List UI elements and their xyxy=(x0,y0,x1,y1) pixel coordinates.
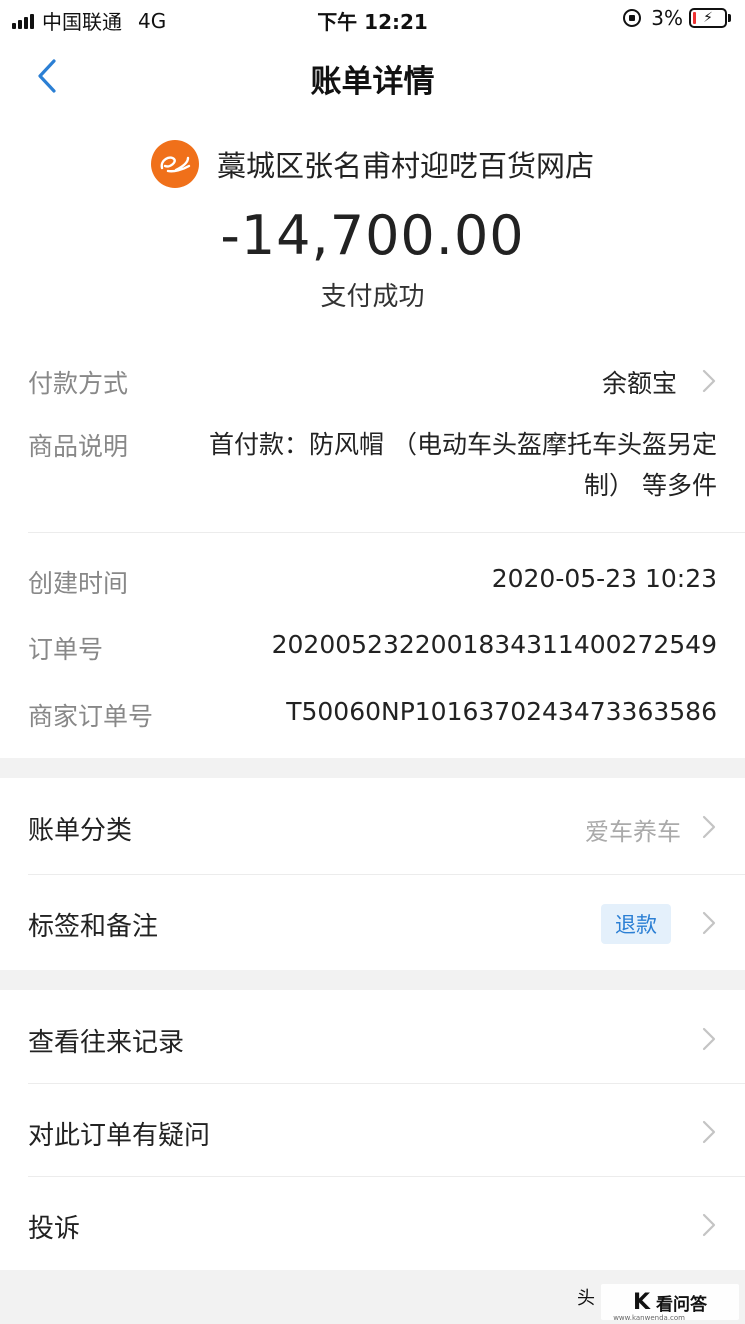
bill-category-label: 账单分类 xyxy=(28,816,133,846)
merchant-order-no-row: 商家订单号 T50060NP1016370243473363586 xyxy=(28,697,717,731)
top-panel: 中国联通 4G 下午 12:21 3% ⚡ 账单详情 藁城区张名甫村迎呓百货网店… xyxy=(0,0,745,758)
actions-section: 查看往来记录 对此订单有疑问 投诉 xyxy=(0,990,745,1270)
payment-method-row[interactable]: 付款方式 余额宝 xyxy=(28,364,717,398)
merchant-order-no-value[interactable]: T50060NP1016370243473363586 xyxy=(286,697,717,726)
tags-notes-row[interactable]: 标签和备注 退款 xyxy=(0,874,745,970)
status-bar: 中国联通 4G 下午 12:21 3% ⚡ xyxy=(0,0,745,38)
orientation-lock-icon xyxy=(623,9,642,27)
payment-amount: -14,700.00 xyxy=(220,204,525,267)
product-desc-label: 商品说明 xyxy=(28,432,129,461)
watermark-logo-icon: K xyxy=(632,1289,651,1315)
page-title: 账单详情 xyxy=(310,64,435,100)
watermark-site: www.kanwenda.com xyxy=(613,1314,685,1322)
bill-category-value: 爱车养车 xyxy=(585,818,681,846)
complaint-row[interactable]: 投诉 xyxy=(0,1176,745,1270)
merchant-order-no-label: 商家订单号 xyxy=(28,702,154,731)
order-question-label: 对此订单有疑问 xyxy=(28,1121,211,1151)
watermark-brand: 看问答 xyxy=(656,1294,708,1315)
tags-notes-label: 标签和备注 xyxy=(28,912,159,942)
created-time-label: 创建时间 xyxy=(28,569,129,598)
order-no-row: 订单号 2020052322001834311400272549 xyxy=(28,630,717,664)
chevron-right-icon xyxy=(702,1213,716,1237)
status-right: 3% ⚡ xyxy=(623,6,731,30)
classification-section: 账单分类 爱车养车 标签和备注 退款 xyxy=(0,778,745,970)
alibaba-logo-icon xyxy=(150,140,199,188)
product-desc-line2: 制） 等多件 xyxy=(584,471,717,500)
bill-category-row[interactable]: 账单分类 爱车养车 xyxy=(0,778,745,874)
view-history-label: 查看往来记录 xyxy=(28,1028,185,1058)
order-no-value[interactable]: 2020052322001834311400272549 xyxy=(272,630,717,659)
chevron-right-icon xyxy=(702,1120,716,1144)
merchant-header: 藁城区张名甫村迎呓百货网店 xyxy=(0,140,745,188)
battery-percent: 3% xyxy=(651,6,683,30)
chevron-right-icon xyxy=(702,815,716,839)
refund-tag-badge[interactable]: 退款 xyxy=(601,904,671,944)
product-desc-value: 首付款：防风帽 （电动车头盔摩托车头盔另定 制） 等多件 xyxy=(162,424,717,506)
battery-charging-icon: ⚡ xyxy=(689,8,727,28)
watermark-partial-text: 头 xyxy=(577,1288,595,1309)
divider xyxy=(28,532,745,533)
payment-method-label: 付款方式 xyxy=(28,369,129,398)
nav-bar: 账单详情 xyxy=(0,38,745,114)
product-desc-row: 商品说明 首付款：防风帽 （电动车头盔摩托车头盔另定 制） 等多件 xyxy=(28,424,717,508)
chevron-right-icon xyxy=(702,1027,716,1051)
product-desc-line1: 首付款：防风帽 （电动车头盔摩托车头盔另定 xyxy=(209,430,717,459)
chevron-right-icon xyxy=(702,369,716,393)
merchant-name: 藁城区张名甫村迎呓百货网店 xyxy=(216,149,594,183)
created-time-row: 创建时间 2020-05-23 10:23 xyxy=(28,564,717,598)
order-question-row[interactable]: 对此订单有疑问 xyxy=(0,1083,745,1176)
created-time-value: 2020-05-23 10:23 xyxy=(491,564,717,593)
complaint-label: 投诉 xyxy=(28,1214,81,1244)
payment-status: 支付成功 xyxy=(320,282,425,312)
chevron-right-icon xyxy=(702,911,716,935)
view-history-row[interactable]: 查看往来记录 xyxy=(0,990,745,1083)
battery-tip xyxy=(728,14,731,22)
payment-method-value: 余额宝 xyxy=(601,369,677,398)
order-no-label: 订单号 xyxy=(28,635,104,664)
